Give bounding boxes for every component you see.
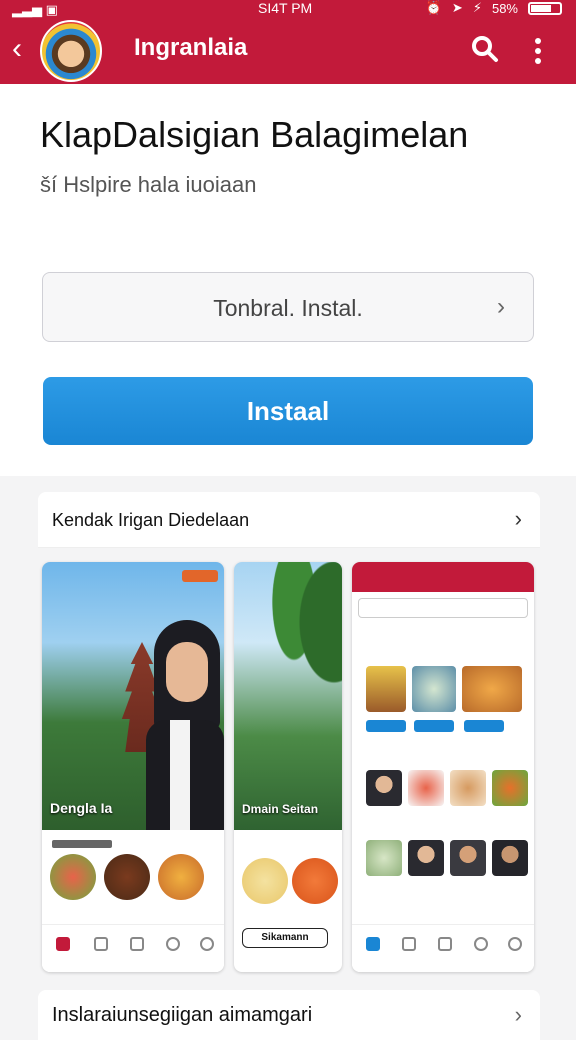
signal-icon: ▂▃▅ ▣ <box>12 2 58 17</box>
dish-image <box>104 854 150 900</box>
select-value: Tonbral. Instal. <box>213 295 363 321</box>
charging-icon: ⚡ <box>472 0 482 15</box>
home-icon[interactable] <box>56 937 70 951</box>
mini-search-bar <box>358 598 528 618</box>
bottom-nav <box>42 924 224 972</box>
app-bar: ‹ Ingranlaia <box>0 18 576 84</box>
heart-icon[interactable] <box>474 937 488 951</box>
app-avatar-icon <box>40 20 102 82</box>
bookmark-icon[interactable] <box>94 937 108 951</box>
dish-image <box>50 854 96 900</box>
page-title: KlapDalsigian Balagimelan <box>40 114 469 155</box>
alarm-icon: ⏰ <box>425 0 442 15</box>
dish-image <box>158 854 204 900</box>
more-options-icon[interactable] <box>528 36 548 66</box>
status-time: SI4T PM <box>258 0 313 16</box>
food-card <box>234 834 342 924</box>
profile-icon[interactable] <box>508 937 522 951</box>
chevron-right-icon: › <box>514 1002 522 1027</box>
screenshot-photo: Dengla Ia <box>42 562 224 830</box>
dish-image <box>242 858 288 904</box>
status-bar: ▂▃▅ ▣ SI4T PM ⏰ ➤ ⚡ 58% <box>0 0 576 18</box>
search-icon[interactable] <box>470 34 500 64</box>
food-tile <box>412 666 456 712</box>
back-icon[interactable]: ‹ <box>12 32 22 66</box>
profile-tile <box>492 840 528 876</box>
palm-tree-image <box>254 562 342 762</box>
food-tile <box>492 770 528 806</box>
page-subtitle: ší Hslpire hala iuoiaan <box>40 172 257 197</box>
bookmark-icon[interactable] <box>402 937 416 951</box>
mini-button <box>366 720 406 732</box>
screenshot-2[interactable]: Dmain Seitan Sikamann <box>234 562 342 972</box>
app-header-section: KlapDalsigian Balagimelan ší Hslpire hal… <box>0 84 576 476</box>
home-icon[interactable] <box>366 937 380 951</box>
screenshot-caption: Dmain Seitan <box>242 802 319 816</box>
app-title: Ingranlaia <box>134 34 248 61</box>
screenshot-3[interactable] <box>352 562 534 972</box>
battery-percent: 58% <box>491 0 518 16</box>
chat-icon[interactable] <box>130 937 144 951</box>
mini-app-bar <box>352 562 534 592</box>
install-button[interactable]: Instaal <box>43 377 533 445</box>
screenshot-caption: Dengla Ia <box>50 800 113 816</box>
card-header <box>52 840 112 848</box>
bottom-section-header[interactable]: Inslaraiunsegiigan aimamgari › <box>38 990 540 1040</box>
food-tile <box>408 770 444 806</box>
chevron-right-icon: › <box>514 506 522 531</box>
food-tile <box>462 666 522 712</box>
screenshots-section-header[interactable]: Kendak Irigan Diedelaan › <box>38 492 540 548</box>
install-option-select[interactable]: Tonbral. Instal. › <box>42 272 534 342</box>
dish-image <box>292 858 338 904</box>
food-tile <box>366 666 406 712</box>
mini-button <box>464 720 504 732</box>
badge <box>182 570 218 582</box>
caption-chip: Sikamann <box>242 928 328 948</box>
food-card <box>42 834 224 924</box>
mini-button <box>414 720 454 732</box>
heart-icon[interactable] <box>166 937 180 951</box>
chat-icon[interactable] <box>438 937 452 951</box>
screenshot-1[interactable]: Dengla Ia <box>42 562 224 972</box>
bottom-nav <box>352 924 534 972</box>
profile-tile <box>366 770 402 806</box>
section-label: Kendak Irigan Diedelaan <box>52 510 250 530</box>
chevron-right-icon: › <box>497 293 505 320</box>
food-tile <box>366 840 402 876</box>
profile-icon[interactable] <box>200 937 214 951</box>
battery-icon <box>528 1 562 15</box>
screenshot-photo: Dmain Seitan <box>234 562 342 830</box>
profile-tile <box>408 840 444 876</box>
person-image <box>146 620 224 830</box>
profile-tile <box>450 840 486 876</box>
location-icon: ➤ <box>451 0 463 15</box>
food-tile <box>450 770 486 806</box>
